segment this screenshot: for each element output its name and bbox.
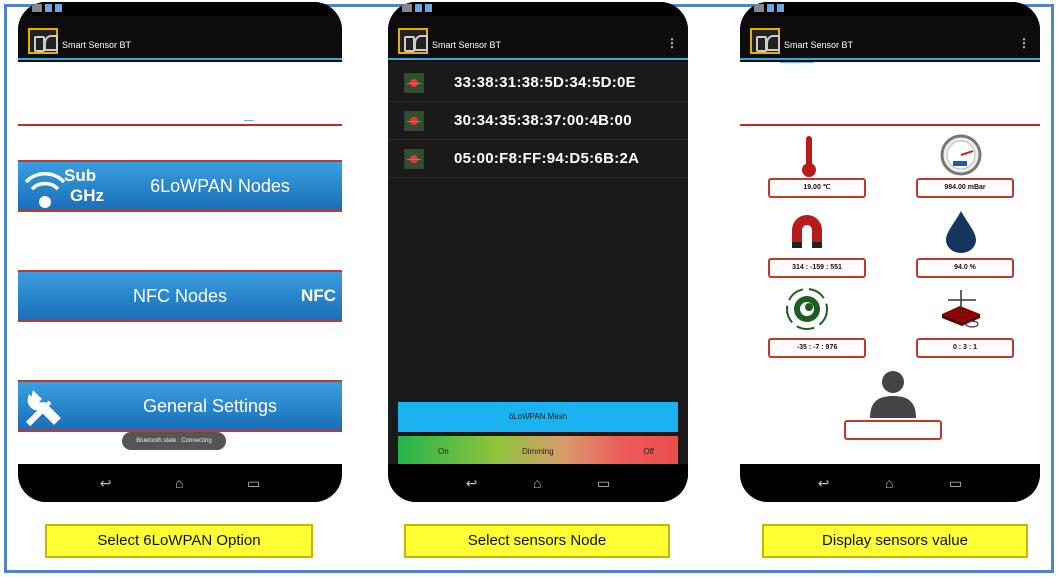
dimming-on-label[interactable]: On (438, 447, 449, 456)
nav-bar: ↩ ⌂ ▭ (388, 464, 688, 502)
node-address: 30:34:35:38:37:00:4B:00 (454, 112, 632, 129)
6lowpan-mesh-button[interactable]: 6LoWPAN Mesh (398, 402, 678, 432)
node-row[interactable]: 30:34:35:38:37:00:4B:00 (388, 102, 688, 140)
thermometer-icon (802, 136, 816, 177)
general-settings-button[interactable]: General Settings (18, 380, 342, 432)
divider (740, 124, 1040, 126)
nfc-nodes-button[interactable]: NFC Nodes NFC (18, 270, 342, 322)
pressure-value: 984.00 mBar (916, 178, 1014, 198)
progress-mark (244, 120, 254, 121)
node-address: 05:00:F8:FF:94:D5:6B:2A (454, 150, 640, 167)
dimming-label: Dimming (522, 447, 554, 456)
caption-display-values: Display sensors value (762, 524, 1028, 558)
sensor-node-icon (404, 110, 424, 131)
tab-indicator (780, 62, 814, 63)
accelerometer-icon (942, 290, 980, 328)
back-icon[interactable]: ↩ (466, 475, 478, 492)
nfc-logo-icon: NFC (301, 286, 336, 305)
main-menu-screen: Sub GHz 6LoWPAN Nodes NFC Nodes NFC Gene… (18, 62, 342, 464)
overflow-menu-icon[interactable]: ⋮ (1018, 36, 1030, 50)
home-icon[interactable]: ⌂ (885, 475, 893, 491)
humidity-drop-icon (946, 211, 976, 253)
presence-value (844, 420, 942, 440)
overflow-menu-icon[interactable]: ⋮ (666, 36, 678, 50)
home-icon[interactable]: ⌂ (175, 475, 183, 491)
phone-sensor-nodes: Smart Sensor BT ⋮ 33:38:31:38:5D:34:5D:0… (388, 2, 688, 502)
humidity-value: 94.0 % (916, 258, 1014, 278)
app-logo-icon (28, 28, 58, 54)
divider (18, 124, 342, 126)
nfc-nodes-label: NFC Nodes (132, 285, 228, 306)
action-bar: Smart Sensor BT ⋮ (388, 16, 688, 60)
6lowpan-nodes-label: 6LoWPAN Nodes (150, 175, 290, 196)
caption-select-6lowpan: Select 6LoWPAN Option (45, 524, 313, 558)
magnet-icon (792, 215, 822, 248)
user-presence-icon (870, 371, 916, 418)
accelerometer-value: 0 : 3 : 1 (916, 338, 1014, 358)
node-row[interactable]: 33:38:31:38:5D:34:5D:0E (388, 64, 688, 102)
node-row[interactable]: 05:00:F8:FF:94:D5:6B:2A (388, 140, 688, 178)
home-icon[interactable]: ⌂ (533, 475, 541, 491)
nav-bar: ↩ ⌂ ▭ (18, 464, 342, 502)
dimming-off-label[interactable]: Off (643, 447, 654, 456)
pressure-gauge-icon (940, 134, 982, 176)
6lowpan-nodes-button[interactable]: Sub GHz 6LoWPAN Nodes (18, 160, 342, 212)
status-bar (388, 2, 688, 16)
status-bar (740, 2, 1040, 16)
general-settings-label: General Settings (142, 395, 278, 416)
node-list-screen: 33:38:31:38:5D:34:5D:0E 30:34:35:38:37:0… (388, 62, 688, 466)
app-logo-icon (398, 28, 428, 54)
sensor-node-icon (404, 72, 424, 93)
sensor-node-icon (404, 148, 424, 169)
app-title: Smart Sensor BT (62, 40, 132, 50)
app-title: Smart Sensor BT (784, 40, 854, 50)
status-bar (18, 2, 342, 16)
action-bar: Smart Sensor BT (18, 16, 342, 60)
back-icon[interactable]: ↩ (818, 475, 830, 492)
app-title: Smart Sensor BT (432, 40, 502, 50)
app-logo-icon (750, 28, 780, 54)
recents-icon[interactable]: ▭ (949, 475, 962, 492)
nav-bar: ↩ ⌂ ▭ (740, 464, 1040, 502)
phone-6lowpan-option: Smart Sensor BT Sub GHz 6LoWPAN Nodes NF… (18, 2, 342, 502)
action-bar: Smart Sensor BT ⋮ (740, 16, 1040, 60)
recents-icon[interactable]: ▭ (247, 475, 260, 492)
back-icon[interactable]: ↩ (100, 475, 112, 492)
caption-select-node: Select sensors Node (404, 524, 670, 558)
dimming-control[interactable]: On Dimming Off (398, 436, 678, 466)
bluetooth-toast: Bluetooth state : Connecting (122, 432, 226, 450)
gyroscope-value: -35 : -7 : 976 (768, 338, 866, 358)
magnetometer-value: 314 : -159 : 551 (768, 258, 866, 278)
gyroscope-icon (786, 288, 828, 330)
sensor-values-screen: 19.00 ℃ 984.00 mBar 314 : -159 : 551 94.… (740, 62, 1040, 464)
phone-sensor-values: Smart Sensor BT ⋮ 19.00 ℃ 984.00 mBar 31… (740, 2, 1040, 502)
node-address: 33:38:31:38:5D:34:5D:0E (454, 74, 636, 91)
temperature-value: 19.00 ℃ (768, 178, 866, 198)
recents-icon[interactable]: ▭ (597, 475, 610, 492)
